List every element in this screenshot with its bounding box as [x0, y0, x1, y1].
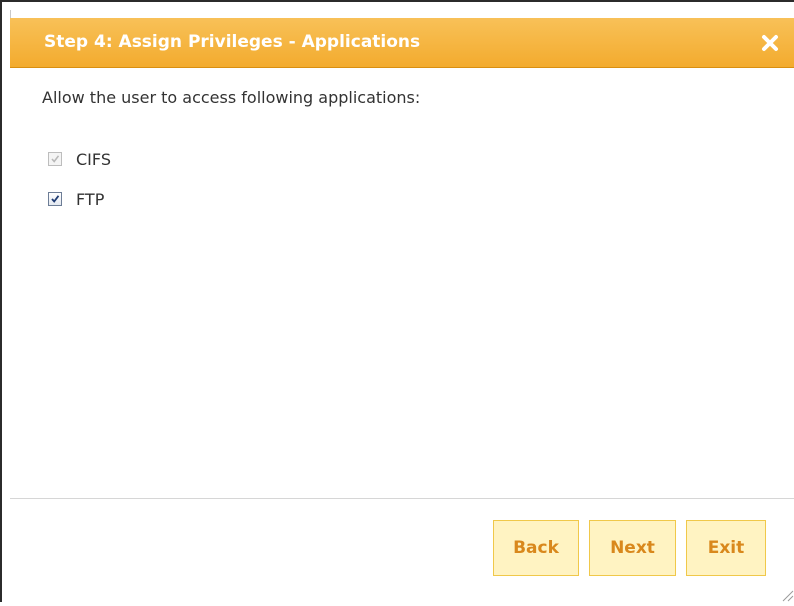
cifs-checkbox[interactable] — [48, 152, 62, 166]
application-row-cifs: CIFS — [48, 148, 111, 170]
close-icon[interactable] — [758, 31, 782, 55]
cifs-label: CIFS — [76, 149, 111, 169]
application-row-ftp: FTP — [48, 188, 104, 210]
next-button[interactable]: Next — [589, 520, 676, 576]
dialog-titlebar: Step 4: Assign Privileges - Applications — [10, 18, 794, 68]
resize-grip-icon[interactable] — [778, 586, 794, 602]
exit-button[interactable]: Exit — [686, 520, 766, 576]
dialog-title: Step 4: Assign Privileges - Applications — [44, 32, 421, 52]
back-button[interactable]: Back — [493, 520, 579, 576]
ftp-label: FTP — [76, 189, 105, 209]
dialog-footer: Back Next Exit — [10, 499, 794, 602]
ftp-checkbox[interactable] — [48, 192, 62, 206]
instruction-text: Allow the user to access following appli… — [42, 88, 421, 107]
dialog-content: Allow the user to access following appli… — [10, 68, 794, 498]
